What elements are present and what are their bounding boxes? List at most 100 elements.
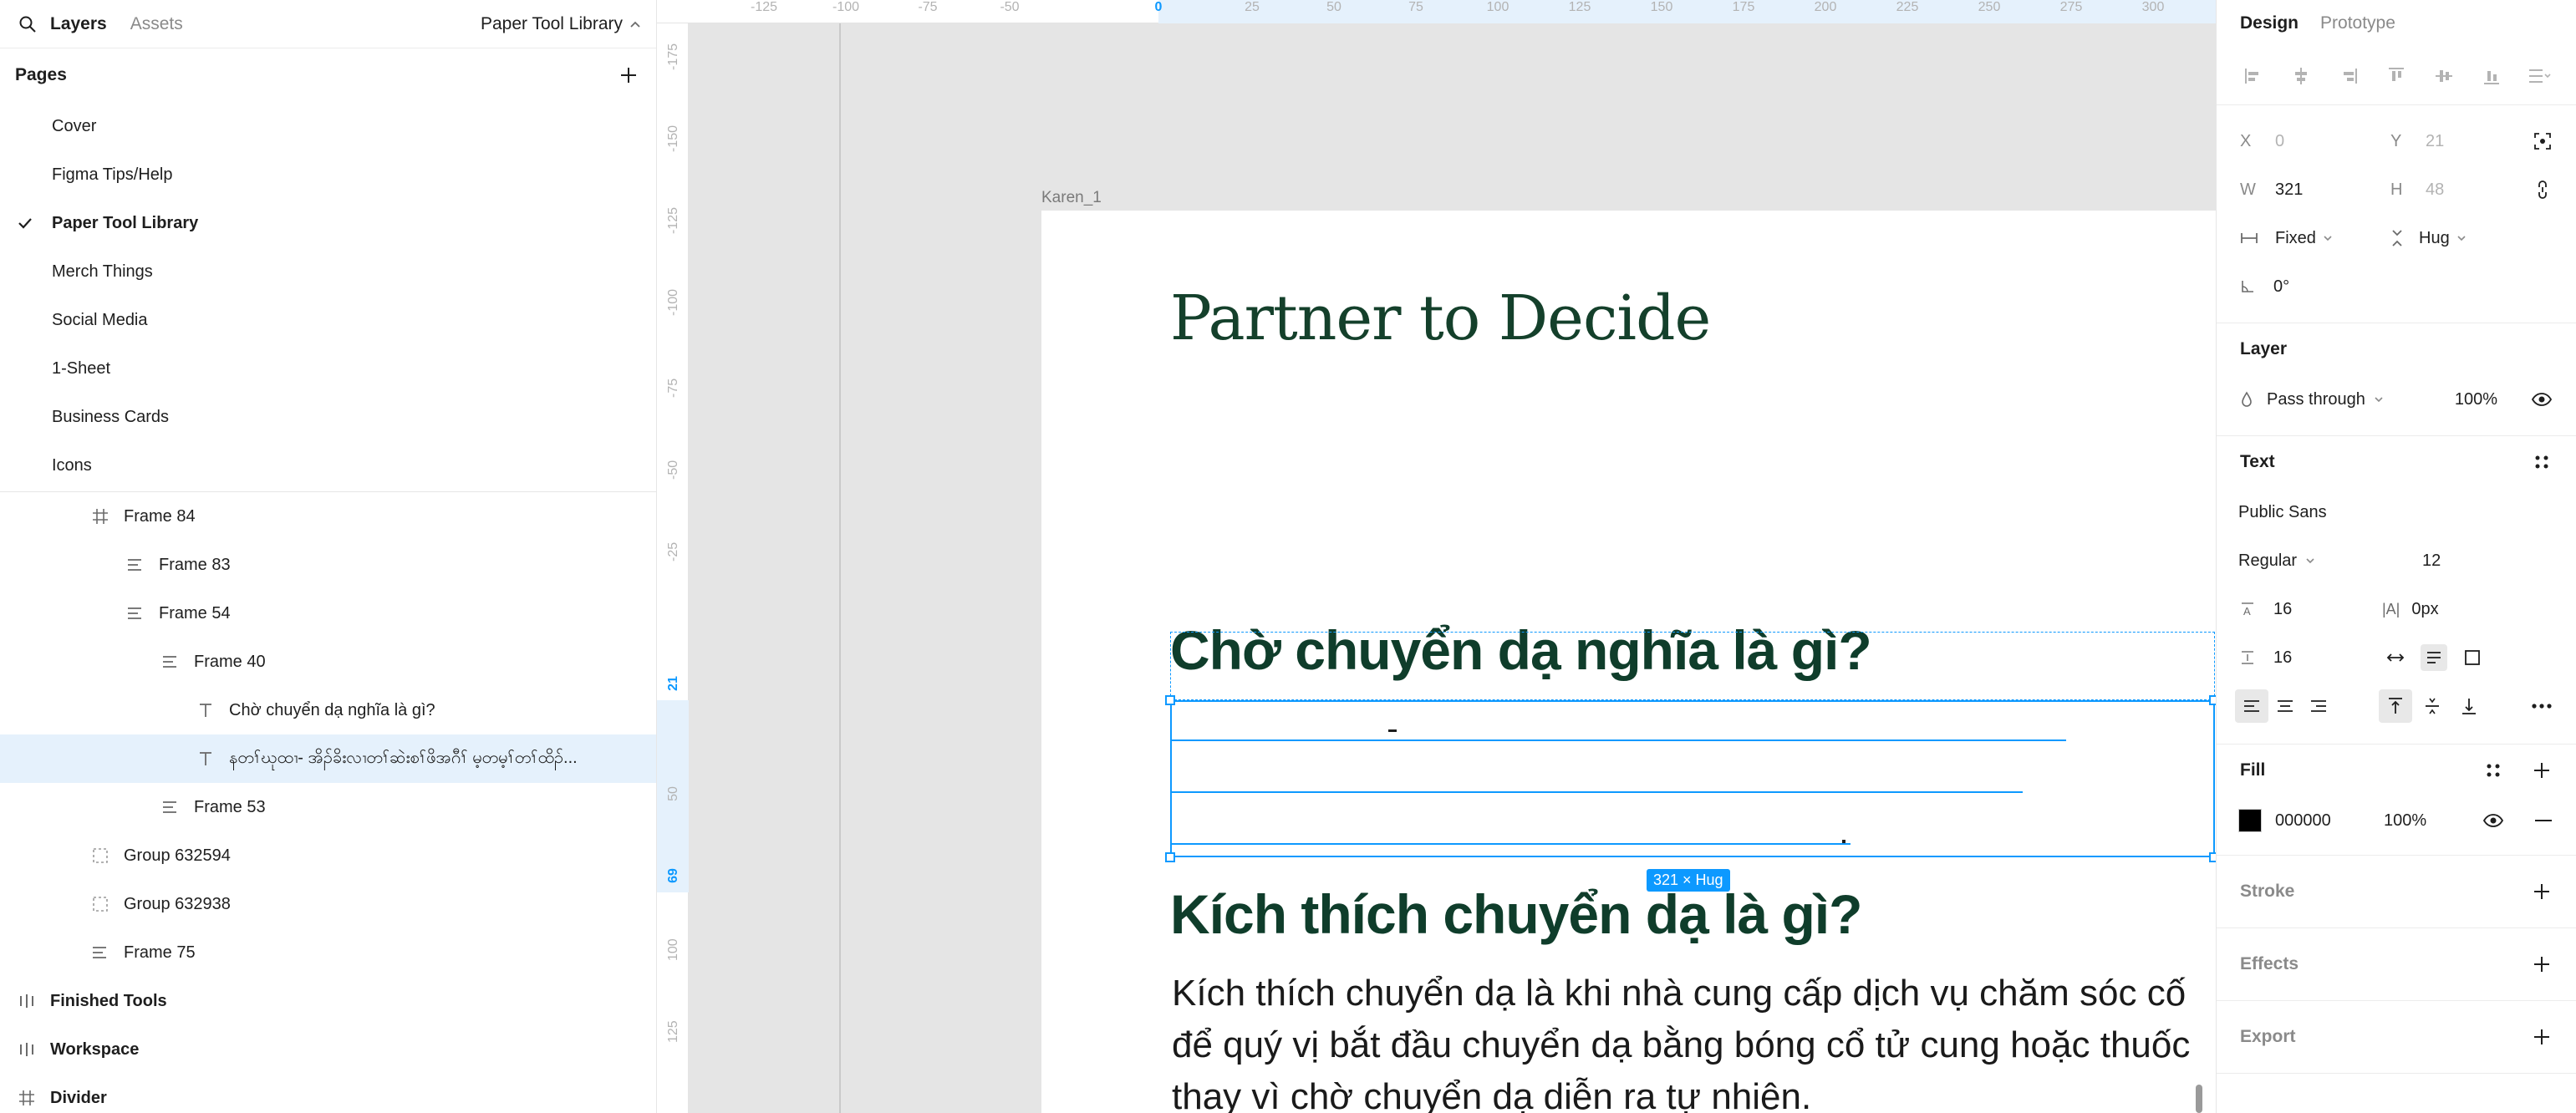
layer-name: Group 632594: [124, 846, 231, 865]
fill-opacity-input[interactable]: 100%: [2384, 811, 2426, 831]
text-align-right-icon[interactable]: [2302, 689, 2335, 723]
line-height-input[interactable]: 16: [2273, 600, 2292, 619]
blend-mode-dropdown[interactable]: Pass through: [2267, 390, 2384, 409]
text-align-left-icon[interactable]: [2235, 689, 2268, 723]
resize-handle-bottom-right[interactable]: [2209, 852, 2216, 862]
layer-name: Divider: [50, 1088, 107, 1107]
layer-row[interactable]: Frame 75: [0, 928, 656, 977]
constrain-proportions-icon[interactable]: [2533, 180, 2553, 200]
ruler-tick-label: 50: [666, 786, 680, 801]
font-family-dropdown[interactable]: Public Sans: [2238, 503, 2327, 522]
fixed-size-icon[interactable]: [2459, 644, 2486, 671]
y-label: Y: [2390, 131, 2402, 150]
add-stroke-icon[interactable]: [2531, 881, 2553, 902]
align-horizontal-center-icon[interactable]: [2288, 63, 2314, 89]
text-align-center-icon[interactable]: [2268, 689, 2302, 723]
layer-row[interactable]: Frame 84: [0, 492, 656, 541]
layer-row[interactable]: Workspace: [0, 1025, 656, 1074]
page-item[interactable]: Icons: [0, 441, 656, 490]
more-options-icon[interactable]: [2531, 703, 2553, 709]
layer-row[interactable]: Divider: [0, 1074, 656, 1113]
library-switcher[interactable]: Paper Tool Library: [481, 14, 641, 34]
resize-handle-top-right[interactable]: [2209, 695, 2216, 705]
layer-opacity-input[interactable]: 100%: [2455, 390, 2497, 409]
layer-row[interactable]: Frame 40: [0, 638, 656, 686]
eye-icon[interactable]: [2531, 392, 2553, 407]
layer-row[interactable]: Group 632938: [0, 880, 656, 928]
align-right-icon[interactable]: [2335, 63, 2361, 89]
frame-label[interactable]: Karen_1: [1041, 189, 1102, 207]
page-item[interactable]: Paper Tool Library: [0, 199, 656, 247]
logo-title-text[interactable]: Partner to Decide: [1170, 282, 1711, 354]
page-item[interactable]: Social Media: [0, 296, 656, 344]
alignment-row: [2217, 682, 2576, 730]
layer-name: Frame 54: [159, 603, 231, 623]
vertical-align-middle-icon[interactable]: [2416, 689, 2449, 723]
add-page-icon[interactable]: [616, 63, 641, 88]
font-weight-dropdown[interactable]: Regular: [2238, 551, 2315, 571]
search-icon[interactable]: [15, 12, 40, 37]
canvas[interactable]: Karen_1 Partner to Decide Chờ chuyển dạ …: [657, 0, 2216, 1113]
align-bottom-icon[interactable]: [2479, 63, 2505, 89]
auto-height-icon[interactable]: [2421, 644, 2447, 671]
align-top-icon[interactable]: [2383, 63, 2409, 89]
page-item[interactable]: Figma Tips/Help: [0, 150, 656, 199]
effects-section-title[interactable]: Effects: [2217, 938, 2576, 990]
stroke-section-title[interactable]: Stroke: [2217, 866, 2576, 917]
tab-assets[interactable]: Assets: [130, 14, 183, 34]
layer-name: Group 632938: [124, 894, 231, 913]
selected-text-layer[interactable]: [1170, 700, 2215, 857]
page-item[interactable]: Merch Things: [0, 247, 656, 296]
tab-design[interactable]: Design: [2240, 13, 2299, 33]
layer-row[interactable]: Group 632594: [0, 831, 656, 880]
height-mode-dropdown[interactable]: Hug: [2390, 229, 2467, 248]
vertical-align-top-icon[interactable]: [2379, 689, 2412, 723]
absolute-position-icon[interactable]: [2533, 131, 2553, 151]
auto-width-icon[interactable]: [2382, 644, 2409, 671]
align-vertical-center-icon[interactable]: [2431, 63, 2457, 89]
text-styles-icon[interactable]: [2531, 451, 2553, 473]
fill-styles-icon[interactable]: [2482, 760, 2504, 781]
letter-spacing-input[interactable]: 0px: [2411, 600, 2438, 619]
remove-fill-icon[interactable]: [2534, 819, 2553, 822]
add-export-icon[interactable]: [2531, 1026, 2553, 1048]
font-size-input[interactable]: 12: [2422, 551, 2441, 571]
canvas-scrollbar[interactable]: [2196, 1085, 2202, 1113]
page-item[interactable]: Cover: [0, 102, 656, 150]
fill-section-title: Fill: [2217, 745, 2576, 796]
h-input[interactable]: 48: [2426, 180, 2444, 200]
resize-handle-top-left[interactable]: [1165, 695, 1175, 705]
layer-row[interactable]: Chờ chuyển dạ nghĩa là gì?: [0, 686, 656, 734]
vertical-align-bottom-icon[interactable]: [2452, 689, 2486, 723]
fill-hex-input[interactable]: 000000: [2275, 811, 2331, 831]
tab-prototype[interactable]: Prototype: [2320, 13, 2395, 33]
rotation-input[interactable]: 0°: [2273, 277, 2289, 297]
layer-row[interactable]: Frame 54: [0, 589, 656, 638]
ruler-tick-label: -25: [666, 541, 680, 562]
page-item[interactable]: Business Cards: [0, 393, 656, 441]
align-left-icon[interactable]: [2240, 63, 2266, 89]
resize-handle-bottom-left[interactable]: [1165, 852, 1175, 862]
heading-text-2[interactable]: Kích thích chuyển dạ là gì?: [1170, 882, 1862, 946]
layer-row[interactable]: Finished Tools: [0, 977, 656, 1025]
width-mode-dropdown[interactable]: Fixed: [2275, 229, 2333, 248]
layer-row[interactable]: Frame 83: [0, 541, 656, 589]
x-input[interactable]: 0: [2275, 132, 2284, 151]
add-fill-icon[interactable]: [2531, 760, 2553, 781]
layer-row[interactable]: နတၢ်ဃုထၢ- အိၣ်ခိးလၢတၢ်ဆဲးစၢ်ဖိအဂီၢ် မ့တမ…: [0, 734, 656, 783]
paragraph-row: 16: [2217, 633, 2576, 682]
layer-row[interactable]: Frame 53: [0, 783, 656, 831]
fill-swatch[interactable]: [2238, 809, 2262, 832]
distribute-icon[interactable]: [2527, 63, 2553, 89]
add-effect-icon[interactable]: [2531, 953, 2553, 975]
y-input[interactable]: 21: [2426, 132, 2444, 151]
export-section-title[interactable]: Export: [2217, 1011, 2576, 1063]
paragraph-spacing-input[interactable]: 16: [2273, 648, 2292, 668]
eye-icon[interactable]: [2482, 813, 2504, 828]
tab-layers[interactable]: Layers: [50, 14, 107, 34]
checkmark-icon: [17, 215, 33, 231]
export-section: Export: [2217, 1001, 2576, 1074]
w-input[interactable]: 321: [2275, 180, 2303, 200]
page-item[interactable]: 1-Sheet: [0, 344, 656, 393]
paragraph-text[interactable]: Kích thích chuyển dạ là khi nhà cung cấp…: [1172, 968, 2216, 1113]
